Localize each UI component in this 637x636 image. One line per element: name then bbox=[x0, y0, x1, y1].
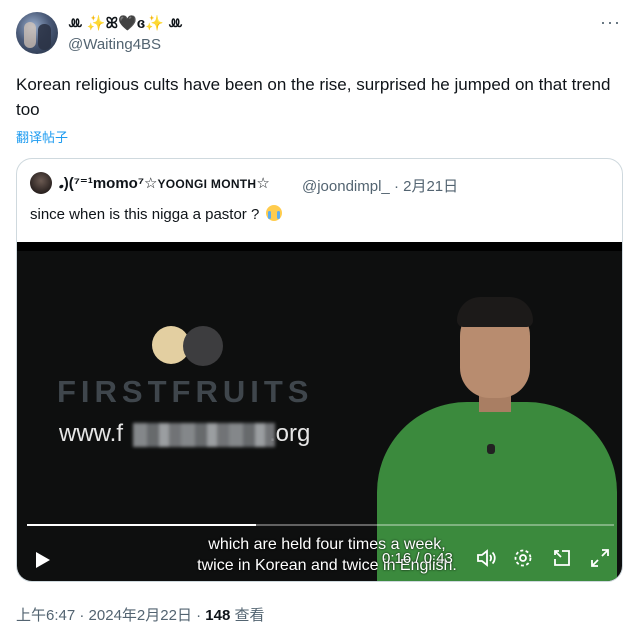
views-label: 查看 bbox=[234, 607, 265, 624]
video-time: 0:16 / 0:43 bbox=[382, 550, 453, 567]
loudly-crying-face-emoji-icon bbox=[266, 205, 283, 221]
quoted-separator: · bbox=[393, 178, 399, 195]
brand-logo-right-circle bbox=[183, 326, 223, 366]
progress-fill bbox=[27, 524, 256, 526]
site-url-suffix: .org bbox=[269, 420, 311, 447]
fullscreen-icon[interactable] bbox=[589, 547, 611, 574]
quoted-handle[interactable]: @joondimpl_ bbox=[302, 178, 390, 195]
video-top-bar bbox=[17, 242, 622, 251]
timestamp-separator-2: · bbox=[196, 607, 202, 624]
settings-gear-icon[interactable] bbox=[512, 547, 534, 574]
quoted-tweet[interactable]: 𝅘)(⁷⁼¹momo⁷☆YOONGI MONTH☆ @joondimpl_ · … bbox=[16, 158, 623, 582]
more-options-icon[interactable]: ··· bbox=[600, 12, 621, 33]
site-url-prefix: www.f bbox=[59, 420, 124, 447]
author-handle[interactable]: @Waiting4BS bbox=[68, 36, 161, 53]
video-player[interactable]: FIRSTFRUITS www.f .org which are held fou… bbox=[17, 242, 622, 581]
quoted-name-prefix: 𝅘)(⁷⁼¹momo⁷☆ bbox=[59, 175, 158, 192]
quoted-text: since when is this nigga a pastor ? bbox=[30, 205, 283, 223]
speaker-hair bbox=[457, 297, 533, 327]
views-count: 148 bbox=[205, 607, 231, 624]
play-icon[interactable] bbox=[34, 550, 52, 575]
tweet-time[interactable]: 上午6:47 bbox=[16, 607, 75, 624]
lapel-microphone bbox=[487, 444, 495, 454]
quoted-name-suffix: ☆ bbox=[256, 175, 270, 192]
quoted-avatar[interactable] bbox=[30, 172, 52, 194]
tweet-date[interactable]: 2024年2月22日 bbox=[89, 607, 192, 624]
timestamp-separator-1: · bbox=[79, 607, 85, 624]
translate-link[interactable]: 翻译帖子 bbox=[16, 127, 68, 146]
quoted-text-body: since when is this nigga a pastor ? bbox=[30, 206, 260, 223]
progress-bar[interactable] bbox=[27, 524, 614, 526]
quoted-name-smallcaps: YOONGI MONTH bbox=[157, 177, 257, 191]
author-display-name[interactable]: ꔛ ✨ꕤ🖤ɞ✨ ꔛ bbox=[68, 14, 183, 32]
quoted-meta: @joondimpl_ · 2月21日 bbox=[302, 175, 458, 196]
tweet-timestamp[interactable]: 上午6:47 · 2024年2月22日 · 148 查看 bbox=[16, 604, 265, 625]
brand-name: FIRSTFRUITS bbox=[57, 374, 314, 409]
tweet-text: Korean religious cults have been on the … bbox=[16, 75, 611, 119]
picture-in-picture-icon[interactable] bbox=[551, 547, 573, 574]
avatar[interactable] bbox=[16, 12, 58, 54]
quoted-display-name[interactable]: 𝅘)(⁷⁼¹momo⁷☆YOONGI MONTH☆ bbox=[59, 174, 270, 192]
quoted-date[interactable]: 2月21日 bbox=[403, 178, 458, 195]
volume-icon[interactable] bbox=[475, 547, 497, 574]
blurred-url-region bbox=[133, 423, 275, 447]
